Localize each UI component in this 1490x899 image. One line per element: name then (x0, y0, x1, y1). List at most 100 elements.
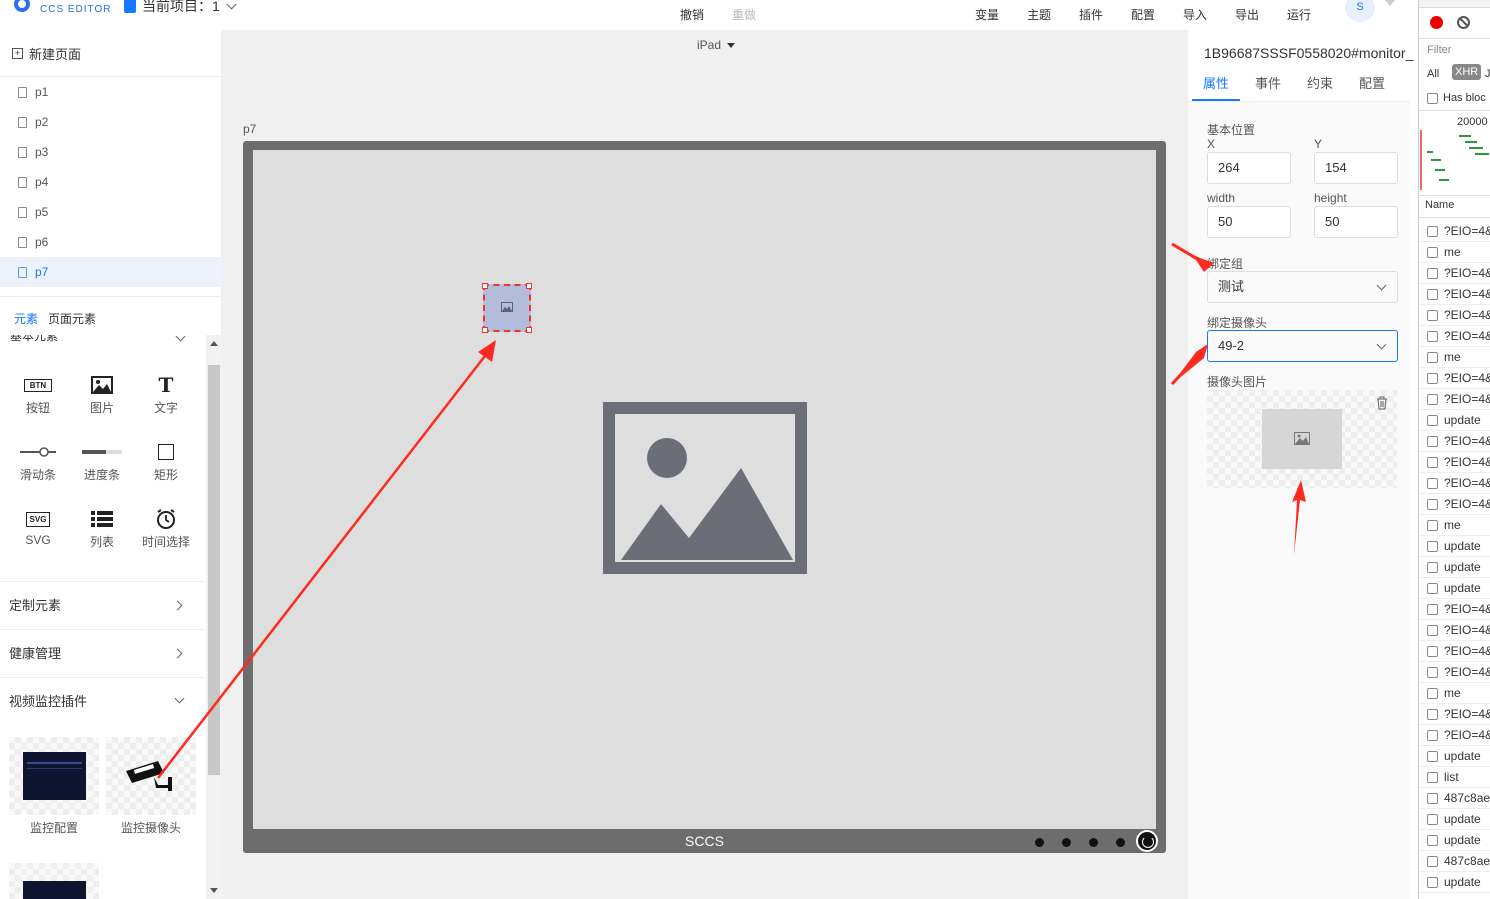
has-blocked-checkbox[interactable]: Has bloc (1427, 92, 1486, 104)
checkbox[interactable] (1427, 351, 1438, 363)
request-row[interactable]: me (1419, 242, 1490, 263)
power-icon[interactable] (1136, 830, 1158, 852)
filter-input[interactable]: Filter (1427, 44, 1451, 56)
checkbox[interactable] (1427, 792, 1438, 804)
checkbox[interactable] (1427, 435, 1438, 447)
bind-camera-select[interactable]: 49-2 (1207, 330, 1398, 362)
request-row[interactable]: ?EIO=4& (1419, 452, 1490, 473)
checkbox[interactable] (1427, 876, 1438, 888)
filter-xhr[interactable]: XHR (1452, 64, 1482, 80)
tool-list[interactable]: 列表 (72, 507, 132, 550)
trash-icon[interactable] (1376, 396, 1388, 410)
tool-time-picker[interactable]: 时间选择 (136, 507, 196, 550)
device-selector[interactable]: iPad (697, 38, 736, 52)
checkbox[interactable] (1427, 624, 1438, 636)
request-row[interactable]: ?EIO=4& (1419, 725, 1490, 746)
camera-image-upload[interactable] (1207, 390, 1397, 488)
variables-button[interactable]: 变量 (967, 6, 1007, 23)
checkbox[interactable] (1427, 246, 1438, 258)
request-row[interactable]: ?EIO=4& (1419, 494, 1490, 515)
checkbox[interactable] (1427, 834, 1438, 846)
plugin-thumbnail[interactable] (9, 863, 99, 899)
scroll-up-icon[interactable] (210, 341, 218, 346)
tab-page-elements[interactable]: 页面元素 (48, 310, 96, 327)
name-column-header[interactable]: Name (1425, 199, 1454, 211)
tab-config[interactable]: 配置 (1348, 70, 1396, 101)
tab-constraints[interactable]: 约束 (1296, 70, 1344, 101)
request-row[interactable]: ?EIO=4& (1419, 473, 1490, 494)
plugin-monitor-camera[interactable] (106, 737, 196, 815)
page-screen[interactable] (253, 150, 1156, 829)
chevron-down-icon[interactable] (175, 335, 186, 342)
filter-js[interactable]: J (1485, 68, 1490, 80)
resize-handle[interactable] (526, 327, 532, 333)
checkbox[interactable] (1427, 855, 1438, 867)
request-row[interactable]: ?EIO=4& (1419, 704, 1490, 725)
checkbox[interactable] (1427, 750, 1438, 762)
filter-all[interactable]: All (1427, 68, 1439, 80)
request-row[interactable]: me (1419, 515, 1490, 536)
width-input[interactable]: 50 (1207, 206, 1291, 238)
request-row[interactable]: ?EIO=4& (1419, 284, 1490, 305)
x-input[interactable]: 264 (1207, 152, 1291, 184)
tool-slider[interactable]: 滑动条 (8, 440, 68, 483)
checkbox[interactable] (1427, 498, 1438, 510)
checkbox[interactable] (1427, 666, 1438, 678)
request-row[interactable]: update (1419, 830, 1490, 851)
undo-button[interactable]: 撤销 (672, 6, 712, 23)
resize-handle[interactable] (482, 283, 488, 289)
request-row[interactable]: ?EIO=4& (1419, 431, 1490, 452)
checkbox[interactable] (1427, 582, 1438, 594)
section-custom-elements[interactable]: 定制元素 (0, 581, 206, 629)
run-button[interactable]: 运行 (1279, 6, 1319, 23)
request-row[interactable]: update (1419, 410, 1490, 431)
scroll-thumb[interactable] (208, 365, 220, 775)
tab-attributes[interactable]: 属性 (1192, 70, 1240, 101)
basic-elements-title[interactable]: 基本元素 (10, 335, 58, 344)
plugins-button[interactable]: 插件 (1071, 6, 1111, 23)
request-row[interactable]: 487c8ae (1419, 851, 1490, 872)
redo-button[interactable]: 重做 (724, 6, 764, 23)
tab-events[interactable]: 事件 (1244, 70, 1292, 101)
checkbox[interactable] (1427, 225, 1438, 237)
checkbox[interactable] (1427, 456, 1438, 468)
height-input[interactable]: 50 (1314, 206, 1398, 238)
theme-button[interactable]: 主题 (1019, 6, 1059, 23)
request-row[interactable]: ?EIO=4& (1419, 662, 1490, 683)
request-row[interactable]: update (1419, 536, 1490, 557)
checkbox[interactable] (1427, 813, 1438, 825)
page-item-p3[interactable]: p3 (0, 137, 222, 167)
request-row[interactable]: ?EIO=4& (1419, 389, 1490, 410)
tool-progress[interactable]: 进度条 (72, 440, 132, 483)
request-row[interactable]: me (1419, 347, 1490, 368)
request-row[interactable]: list (1419, 767, 1490, 788)
request-row[interactable]: update (1419, 809, 1490, 830)
request-row[interactable]: update (1419, 746, 1490, 767)
clear-icon[interactable] (1457, 16, 1470, 29)
checkbox[interactable] (1427, 267, 1438, 279)
request-row[interactable]: update (1419, 578, 1490, 599)
resize-handle[interactable] (526, 283, 532, 289)
request-row[interactable]: update (1419, 557, 1490, 578)
page-item-p1[interactable]: p1 (0, 77, 222, 107)
section-video-monitor[interactable]: 视频监控插件 (0, 677, 206, 725)
page-item-p4[interactable]: p4 (0, 167, 222, 197)
export-button[interactable]: 导出 (1227, 6, 1267, 23)
page-item-p2[interactable]: p2 (0, 107, 222, 137)
tool-svg[interactable]: SVG SVG (8, 507, 68, 547)
checkbox[interactable] (1427, 393, 1438, 405)
checkbox[interactable] (1427, 372, 1438, 384)
request-row[interactable]: ?EIO=4& (1419, 305, 1490, 326)
scrollbar[interactable] (206, 335, 222, 899)
checkbox[interactable] (1427, 603, 1438, 615)
request-row[interactable]: ?EIO=4& (1419, 641, 1490, 662)
checkbox[interactable] (1427, 561, 1438, 573)
tool-rectangle[interactable]: 矩形 (136, 440, 196, 483)
y-input[interactable]: 154 (1314, 152, 1398, 184)
checkbox[interactable] (1427, 540, 1438, 552)
section-health[interactable]: 健康管理 (0, 629, 206, 677)
project-selector[interactable]: 当前项目：1 (124, 0, 237, 16)
page-item-p5[interactable]: p5 (0, 197, 222, 227)
record-icon[interactable] (1430, 16, 1443, 29)
checkbox[interactable] (1427, 330, 1438, 342)
